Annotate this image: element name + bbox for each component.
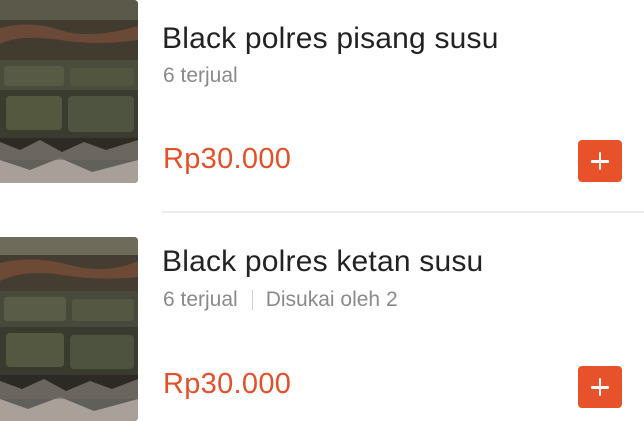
- likes-count: Disukai oleh 2: [265, 288, 398, 311]
- product-meta: 6 terjual: [163, 64, 238, 88]
- product-title[interactable]: Black polres ketan susu: [162, 245, 483, 279]
- sold-count: 6 terjual: [163, 288, 238, 311]
- product-title[interactable]: Black polres pisang susu: [162, 22, 499, 56]
- add-to-cart-button[interactable]: [578, 140, 622, 182]
- product-photo: [0, 0, 138, 183]
- product-price: Rp30.000: [163, 368, 292, 400]
- product-image[interactable]: [0, 237, 138, 421]
- product-card[interactable]: Black polres ketan susu 6 terjual Disuka…: [0, 212, 644, 421]
- product-image[interactable]: [0, 0, 138, 183]
- sold-count: 6 terjual: [163, 64, 238, 87]
- product-price: Rp30.000: [163, 143, 292, 175]
- add-to-cart-button[interactable]: [578, 366, 622, 408]
- product-card[interactable]: Black polres pisang susu 6 terjual Rp30.…: [0, 0, 644, 212]
- meta-separator: [251, 290, 253, 310]
- product-meta: 6 terjual Disukai oleh 2: [163, 288, 398, 312]
- product-photo: [0, 237, 138, 421]
- product-list: Black polres pisang susu 6 terjual Rp30.…: [0, 0, 644, 421]
